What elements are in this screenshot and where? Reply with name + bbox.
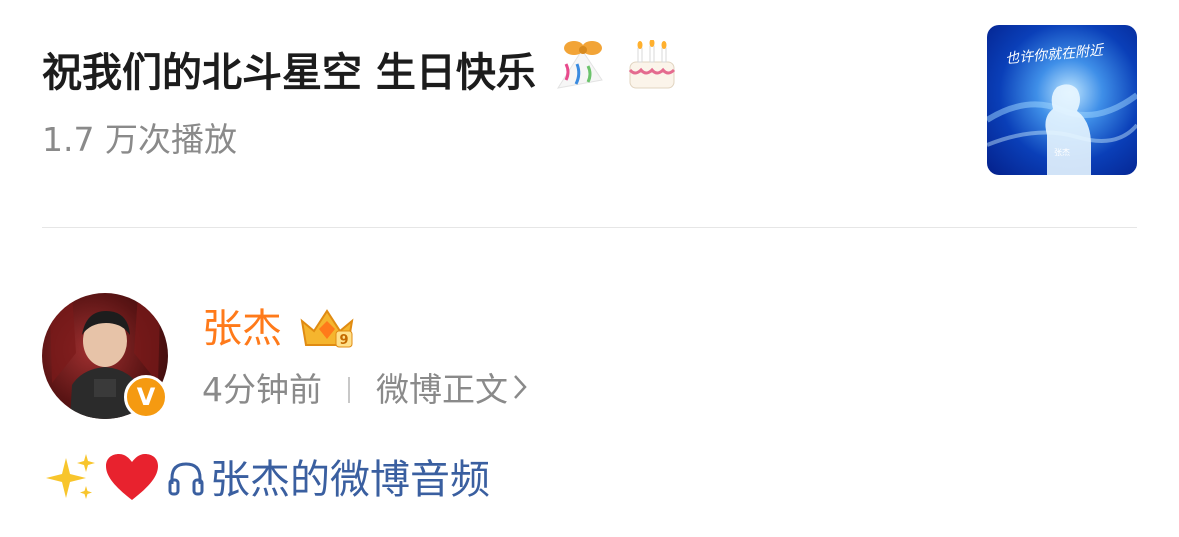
headphones-icon	[166, 458, 206, 502]
cover-artist: 张杰	[1054, 148, 1070, 157]
post-content: 张杰的微博音频	[42, 450, 490, 510]
album-cover[interactable]: 也许你就在附近 张杰	[987, 25, 1137, 175]
author-name[interactable]: 张杰	[202, 304, 282, 354]
play-count: 1.7 万次播放	[42, 120, 237, 159]
weibo-audio-link[interactable]: 张杰的微博音频	[210, 453, 490, 507]
divider	[42, 227, 1137, 228]
red-heart-icon	[104, 452, 160, 508]
post-meta: 4分钟前 微博正文	[202, 368, 528, 412]
crown-badge-icon[interactable]: 9	[298, 307, 356, 353]
audio-title-text: 祝我们的北斗星空 生日快乐	[42, 50, 536, 96]
audio-card[interactable]: 祝我们的北斗星空 生日快乐 1.7 万次播放 也许你就在附近 张杰	[0, 0, 1179, 228]
chevron-right-icon[interactable]	[512, 368, 528, 412]
crown-level: 9	[339, 333, 348, 348]
post-source-link[interactable]: 微博正文	[376, 368, 508, 412]
audio-title[interactable]: 祝我们的北斗星空 生日快乐	[42, 39, 680, 106]
meta-separator	[348, 377, 350, 403]
post-time: 4分钟前	[202, 370, 322, 409]
birthday-cake-icon	[624, 39, 680, 106]
verified-badge: V	[124, 375, 168, 419]
party-popper-icon	[552, 40, 608, 106]
sparkles-icon	[42, 452, 98, 508]
